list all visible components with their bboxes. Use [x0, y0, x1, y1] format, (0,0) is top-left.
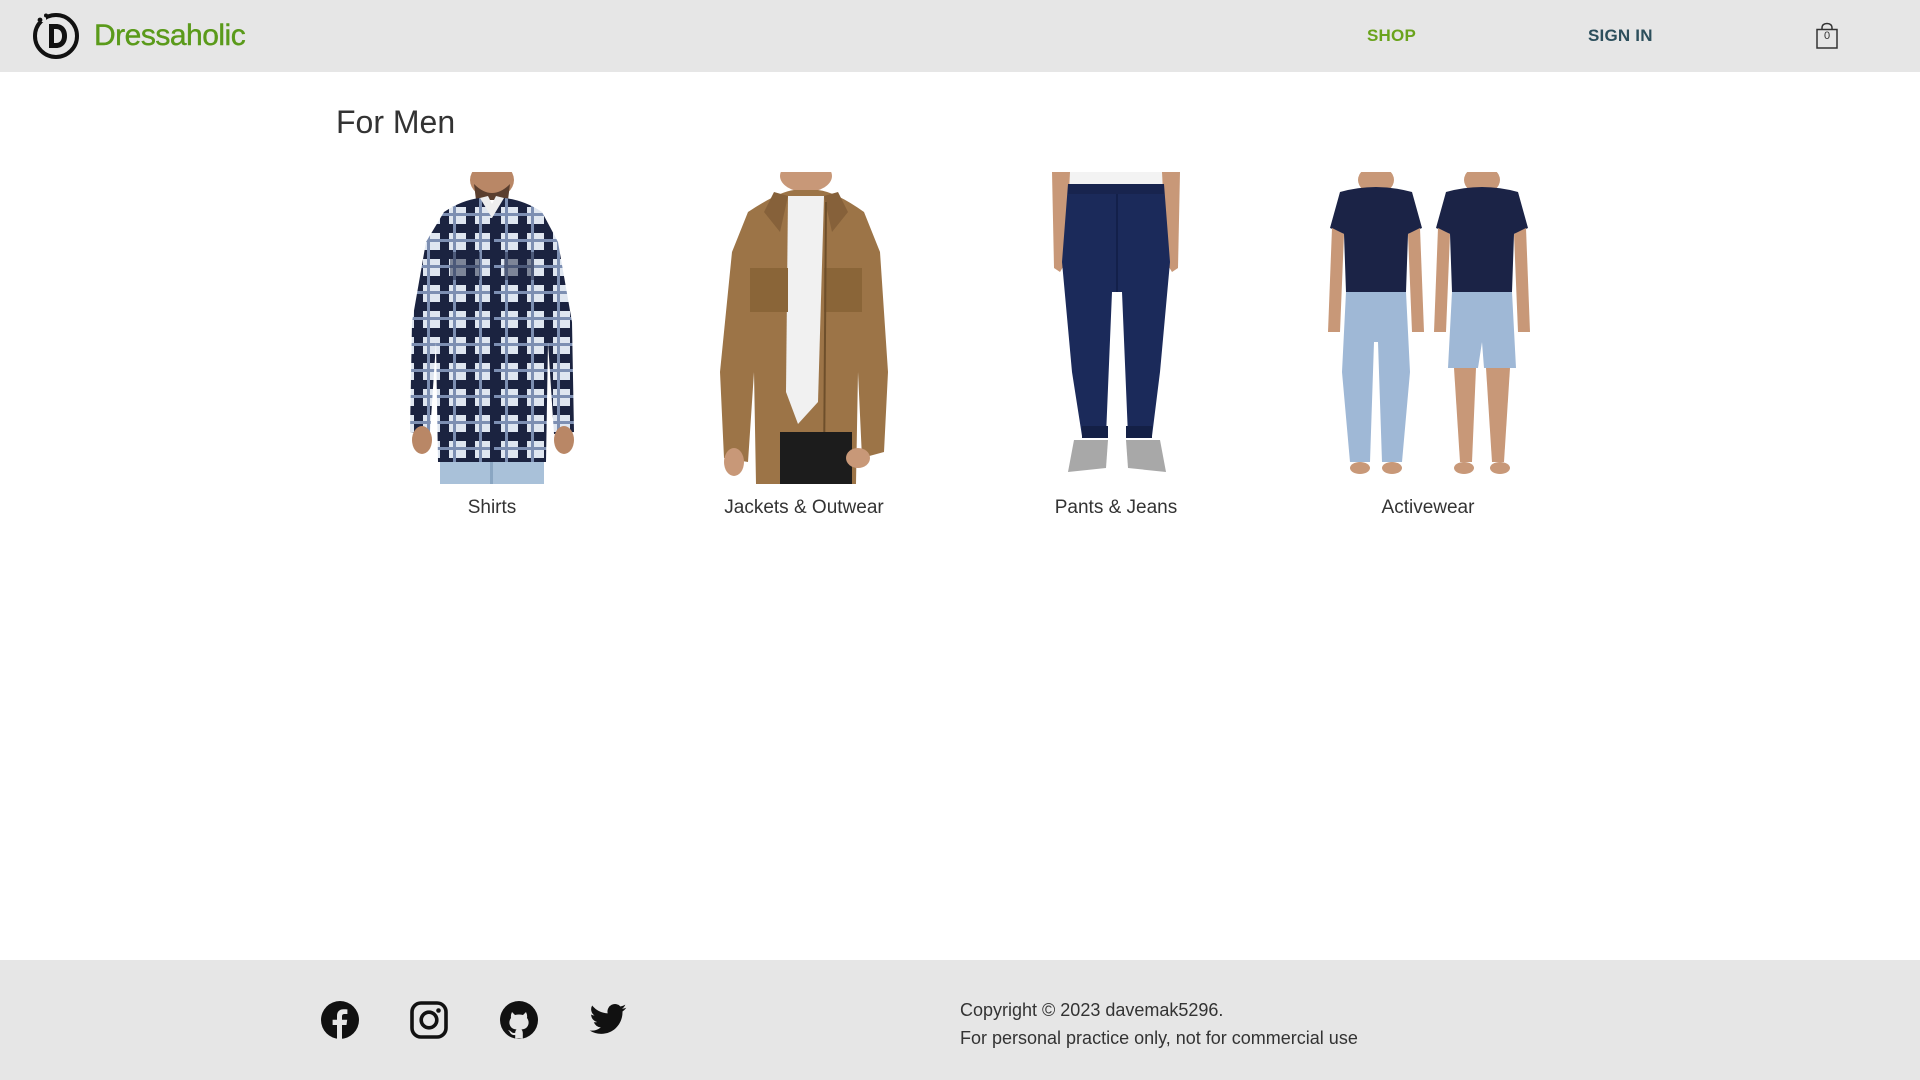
page: Dressaholic SHOP SIGN IN 0 For Men Shirt…: [0, 0, 1920, 1080]
copyright: Copyright © 2023 davemak5296. For person…: [960, 996, 1358, 1052]
category-shirts[interactable]: Shirts: [336, 172, 648, 519]
category-jackets-outwear[interactable]: Jackets & Outwear: [648, 172, 960, 519]
instagram-icon: [410, 1001, 448, 1039]
page-title: For Men: [336, 104, 456, 140]
instagram-link[interactable]: [409, 1000, 449, 1040]
shirts-image: [410, 172, 574, 484]
category-label: Pants & Jeans: [1054, 497, 1178, 518]
category-pants-jeans[interactable]: Pants & Jeans: [960, 172, 1272, 519]
facebook-link[interactable]: [320, 1000, 360, 1040]
twitter-icon: [589, 1004, 627, 1034]
site-footer: Copyright © 2023 davemak5296. For person…: [0, 960, 1920, 1080]
pants-image: [1052, 172, 1180, 472]
site-header: Dressaholic SHOP SIGN IN 0: [0, 0, 1920, 72]
twitter-link[interactable]: [588, 1000, 628, 1040]
home-logo-link[interactable]: Dressaholic: [30, 10, 246, 62]
brand-name: Dressaholic: [94, 19, 246, 52]
github-link[interactable]: [499, 1000, 539, 1040]
github-icon: [500, 1001, 538, 1039]
nav-signin-link[interactable]: SIGN IN: [1588, 26, 1653, 46]
logo-icon: [33, 13, 79, 59]
category-label: Shirts: [467, 497, 517, 518]
facebook-icon: [321, 1001, 359, 1039]
category-label: Jackets & Outwear: [724, 497, 884, 518]
copyright-line: Copyright © 2023 davemak5296.: [960, 1000, 1224, 1020]
disclaimer-line: For personal practice only, not for comm…: [960, 1028, 1358, 1048]
cart-button[interactable]: 0: [1814, 22, 1840, 50]
jackets-image: [720, 172, 888, 484]
category-label: Activewear: [1381, 497, 1475, 518]
activewear-image: [1328, 172, 1530, 474]
cart-count: 0: [1823, 30, 1831, 42]
nav-shop-link[interactable]: SHOP: [1367, 26, 1416, 46]
category-activewear[interactable]: Activewear: [1272, 172, 1584, 519]
